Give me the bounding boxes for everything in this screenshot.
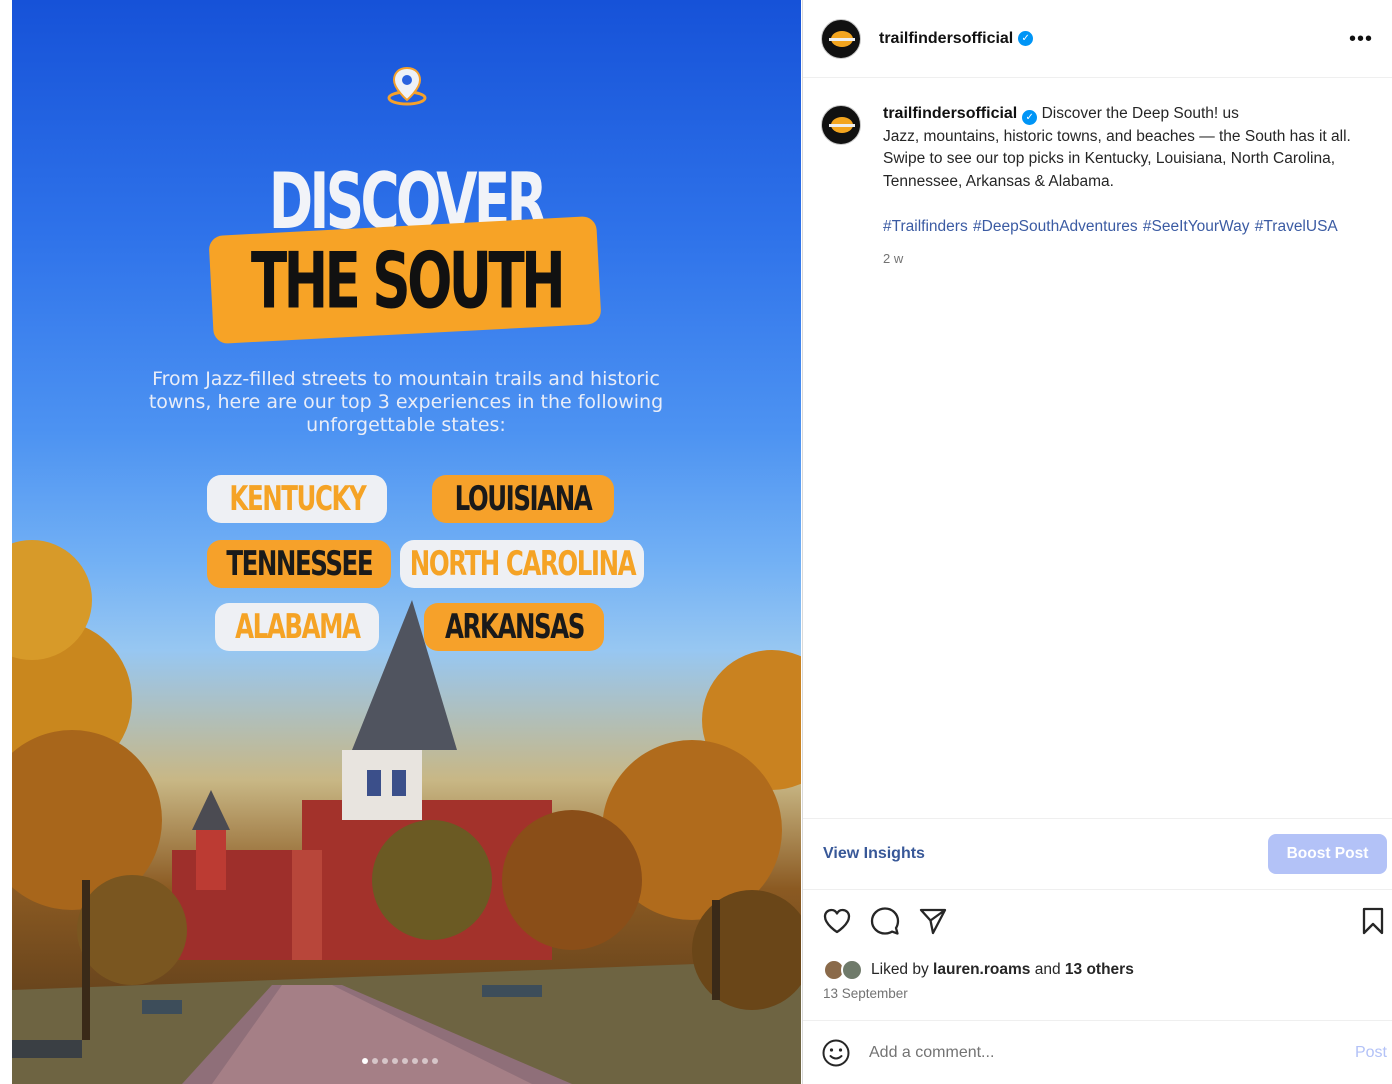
likes-prefix: Liked by: [871, 961, 929, 978]
caption-avatar[interactable]: [821, 105, 861, 145]
comment-composer: Post: [803, 1020, 1392, 1084]
account-avatar[interactable]: [821, 18, 861, 59]
header-username[interactable]: trailfindersofficial: [879, 30, 1013, 48]
image-subcopy: From Jazz-filled streets to mountain tra…: [148, 368, 664, 436]
save-bookmark-icon[interactable]: [1357, 905, 1389, 937]
carousel-dot[interactable]: [362, 1058, 368, 1064]
likes-user[interactable]: lauren.roams: [933, 961, 1030, 979]
carousel-dot[interactable]: [432, 1058, 438, 1064]
state-pill-louisiana: LOUISIANA: [432, 475, 614, 523]
caption: trailfindersofficial ✓ Discover the Deep …: [821, 103, 1387, 193]
more-options-icon[interactable]: •••: [1349, 28, 1373, 51]
carousel-dot[interactable]: [372, 1058, 378, 1064]
state-pill-north-carolina: NORTH CAROLINA: [400, 540, 644, 588]
carousel-dot[interactable]: [412, 1058, 418, 1064]
boost-post-button[interactable]: Boost Post: [1268, 834, 1387, 874]
likes-summary[interactable]: Liked by lauren.roams and 13 others: [823, 957, 1134, 983]
share-icon[interactable]: [917, 905, 949, 937]
caption-body: Jazz, mountains, historic towns, and bea…: [883, 127, 1351, 190]
caption-line-1: Discover the Deep South! us: [1041, 105, 1239, 122]
location-pin-icon: [387, 66, 427, 106]
headline-line-2: THE SOUTH: [250, 235, 566, 327]
liker-avatar: [841, 959, 863, 981]
carousel-dot[interactable]: [382, 1058, 388, 1064]
verified-badge-icon: ✓: [1022, 110, 1038, 125]
caption-text: trailfindersofficial ✓ Discover the Deep …: [883, 103, 1387, 193]
post-header: trailfindersofficial ✓ •••: [803, 0, 1392, 78]
carousel-dot[interactable]: [392, 1058, 398, 1064]
insights-bar: View Insights Boost Post: [803, 818, 1392, 890]
post-dialog: DISCOVER THE SOUTH From Jazz-filled stre…: [0, 0, 1392, 1084]
caption-hashtags[interactable]: #Trailfinders #DeepSouthAdventures #SeeI…: [883, 218, 1338, 236]
carousel-indicator[interactable]: [362, 1058, 452, 1066]
likes-conjunction: and: [1034, 961, 1061, 978]
state-pill-kentucky: KENTUCKY: [207, 475, 387, 523]
action-bar: [803, 905, 1392, 941]
like-heart-icon[interactable]: [821, 905, 853, 937]
state-pill-alabama: ALABAMA: [215, 603, 379, 651]
state-pill-arkansas: ARKANSAS: [424, 603, 604, 651]
post-date: 13 September: [823, 986, 908, 1001]
post-image[interactable]: DISCOVER THE SOUTH From Jazz-filled stre…: [12, 0, 801, 1084]
emoji-icon[interactable]: [821, 1038, 851, 1068]
post-details-panel: trailfindersofficial ✓ ••• trailfinderso…: [802, 0, 1392, 1084]
liker-avatars: [823, 957, 867, 983]
post-comment-button[interactable]: Post: [1355, 1044, 1387, 1062]
carousel-dot[interactable]: [422, 1058, 428, 1064]
view-insights-link[interactable]: View Insights: [823, 845, 925, 863]
comment-input[interactable]: [869, 1043, 1355, 1062]
carousel-dot[interactable]: [402, 1058, 408, 1064]
state-pill-tennessee: TENNESSEE: [207, 540, 391, 588]
caption-username[interactable]: trailfindersofficial: [883, 105, 1017, 122]
comment-icon[interactable]: [869, 905, 901, 937]
post-age: 2 w: [883, 251, 904, 266]
verified-badge-icon: ✓: [1018, 31, 1034, 46]
likes-others[interactable]: 13 others: [1065, 961, 1134, 979]
